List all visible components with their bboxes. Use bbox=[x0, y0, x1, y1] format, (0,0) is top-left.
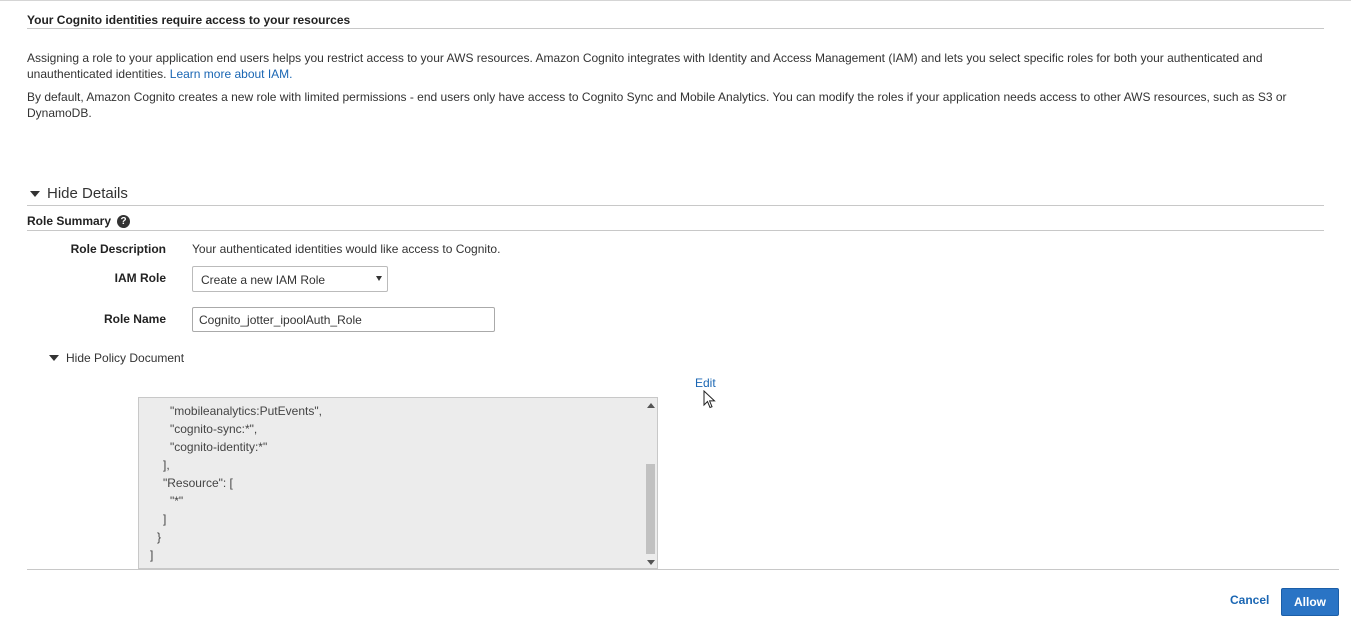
help-circle-icon[interactable]: ? bbox=[117, 214, 131, 228]
caret-down-icon bbox=[30, 190, 40, 197]
hide-details-label: Hide Details bbox=[47, 185, 128, 202]
hide-policy-toggle[interactable]: Hide Policy Document bbox=[49, 351, 184, 365]
scroll-down-arrow-icon[interactable] bbox=[647, 560, 655, 565]
hide-details-toggle[interactable]: Hide Details bbox=[30, 185, 128, 202]
default-role-paragraph: By default, Amazon Cognito creates a new… bbox=[27, 90, 1287, 120]
policy-scrollbar[interactable] bbox=[644, 398, 657, 568]
policy-line: "cognito-sync:*", bbox=[170, 422, 258, 436]
iam-role-selected-value: Create a new IAM Role bbox=[201, 273, 326, 287]
footer-divider bbox=[27, 569, 1339, 570]
allow-button[interactable]: Allow bbox=[1281, 588, 1339, 616]
mouse-pointer-icon bbox=[703, 390, 716, 409]
policy-line: "mobileanalytics:PutEvents", bbox=[170, 404, 322, 418]
edit-policy-link[interactable]: Edit bbox=[695, 376, 716, 390]
policy-line: ], bbox=[163, 458, 170, 472]
details-divider bbox=[27, 205, 1324, 206]
role-description-label: Role Description bbox=[70, 242, 166, 256]
section-title: Your Cognito identities require access t… bbox=[27, 13, 351, 27]
policy-line: "cognito-identity:*" bbox=[170, 440, 268, 454]
iam-role-select[interactable]: Create a new IAM Role bbox=[192, 266, 388, 292]
role-description-value: Your authenticated identities would like… bbox=[192, 242, 501, 256]
hide-policy-label: Hide Policy Document bbox=[66, 351, 185, 365]
top-divider bbox=[0, 0, 1351, 1]
cancel-button[interactable]: Cancel bbox=[1230, 593, 1269, 607]
policy-line: } bbox=[157, 530, 162, 544]
role-name-input[interactable] bbox=[192, 307, 495, 332]
role-name-label: Role Name bbox=[103, 312, 166, 326]
dropdown-caret-icon bbox=[376, 276, 382, 281]
iam-role-label: IAM Role bbox=[114, 271, 166, 285]
scrollbar-thumb[interactable] bbox=[646, 464, 655, 554]
policy-line: ] bbox=[163, 512, 167, 526]
intro-paragraph: Assigning a role to your application end… bbox=[27, 50, 1322, 82]
role-summary-heading: Role Summary ? bbox=[27, 214, 131, 228]
policy-line: "Resource": [ bbox=[163, 476, 233, 490]
policy-line: ] bbox=[150, 548, 154, 562]
role-summary-divider bbox=[27, 230, 1324, 231]
role-summary-label: Role Summary bbox=[27, 214, 112, 228]
policy-line: "*" bbox=[170, 494, 184, 508]
policy-document-textarea[interactable]: "mobileanalytics:PutEvents", "cognito-sy… bbox=[138, 397, 658, 569]
section-title-divider bbox=[27, 28, 1324, 29]
learn-more-iam-link[interactable]: Learn more about IAM. bbox=[170, 67, 293, 81]
caret-down-icon bbox=[49, 355, 59, 361]
scroll-up-arrow-icon[interactable] bbox=[647, 403, 655, 408]
